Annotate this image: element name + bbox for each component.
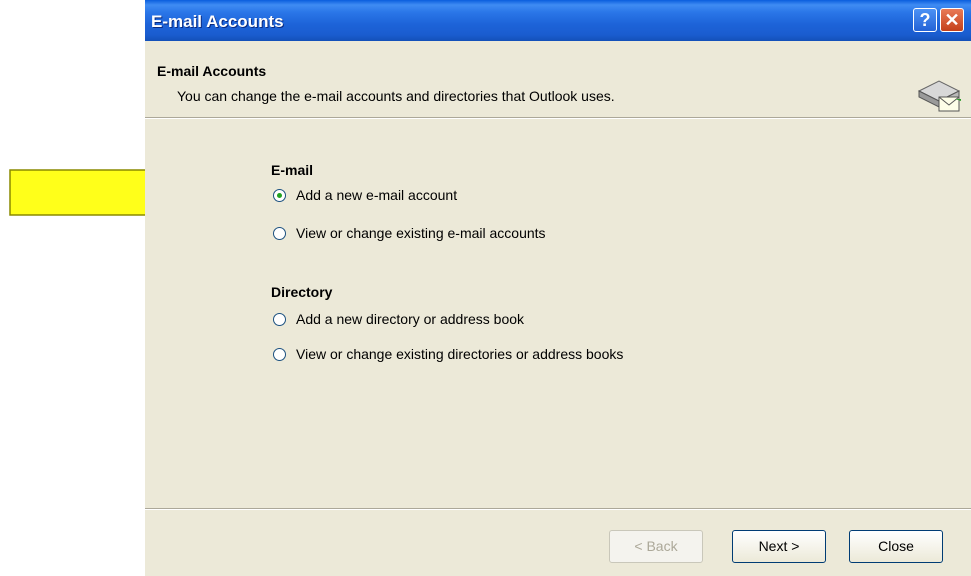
add-directory-option[interactable]: Add a new directory or address book	[273, 310, 524, 328]
close-button[interactable]: Close	[849, 530, 943, 563]
view-email-accounts-option[interactable]: View or change existing e-mail accounts	[273, 224, 546, 242]
window-title: E-mail Accounts	[151, 12, 284, 31]
email-section-title: E-mail	[271, 162, 314, 178]
close-window-button[interactable]: ✕	[940, 8, 964, 32]
help-button[interactable]: ?	[913, 8, 937, 32]
add-directory-label: Add a new directory or address book	[296, 311, 525, 327]
title-bar: E-mail Accounts ? ✕	[145, 0, 971, 41]
next-button[interactable]: Next >	[732, 530, 826, 563]
header-subtitle: You can change the e-mail accounts and d…	[177, 88, 615, 104]
directory-section-title: Directory	[271, 284, 333, 300]
email-accounts-dialog: E-mail Accounts ? ✕ E-mail Accounts You …	[145, 0, 971, 576]
header-title: E-mail Accounts	[157, 63, 267, 79]
add-directory-radio[interactable]	[273, 312, 286, 326]
footer-divider	[145, 508, 971, 510]
view-directories-radio[interactable]	[273, 347, 286, 361]
view-directories-option[interactable]: View or change existing directories or a…	[273, 345, 623, 363]
dialog-header: E-mail Accounts You can change the e-mai…	[145, 41, 971, 117]
add-email-account-label: Add a new e-mail account	[296, 187, 458, 203]
add-email-account-option[interactable]: Add a new e-mail account	[273, 186, 457, 204]
header-divider	[145, 117, 971, 119]
back-button[interactable]: < Back	[609, 530, 703, 563]
view-email-accounts-label: View or change existing e-mail accounts	[296, 225, 546, 241]
view-directories-label: View or change existing directories or a…	[296, 346, 624, 362]
add-email-account-radio[interactable]	[273, 188, 286, 202]
view-email-accounts-radio[interactable]	[273, 226, 286, 240]
mail-server-icon	[917, 80, 961, 112]
